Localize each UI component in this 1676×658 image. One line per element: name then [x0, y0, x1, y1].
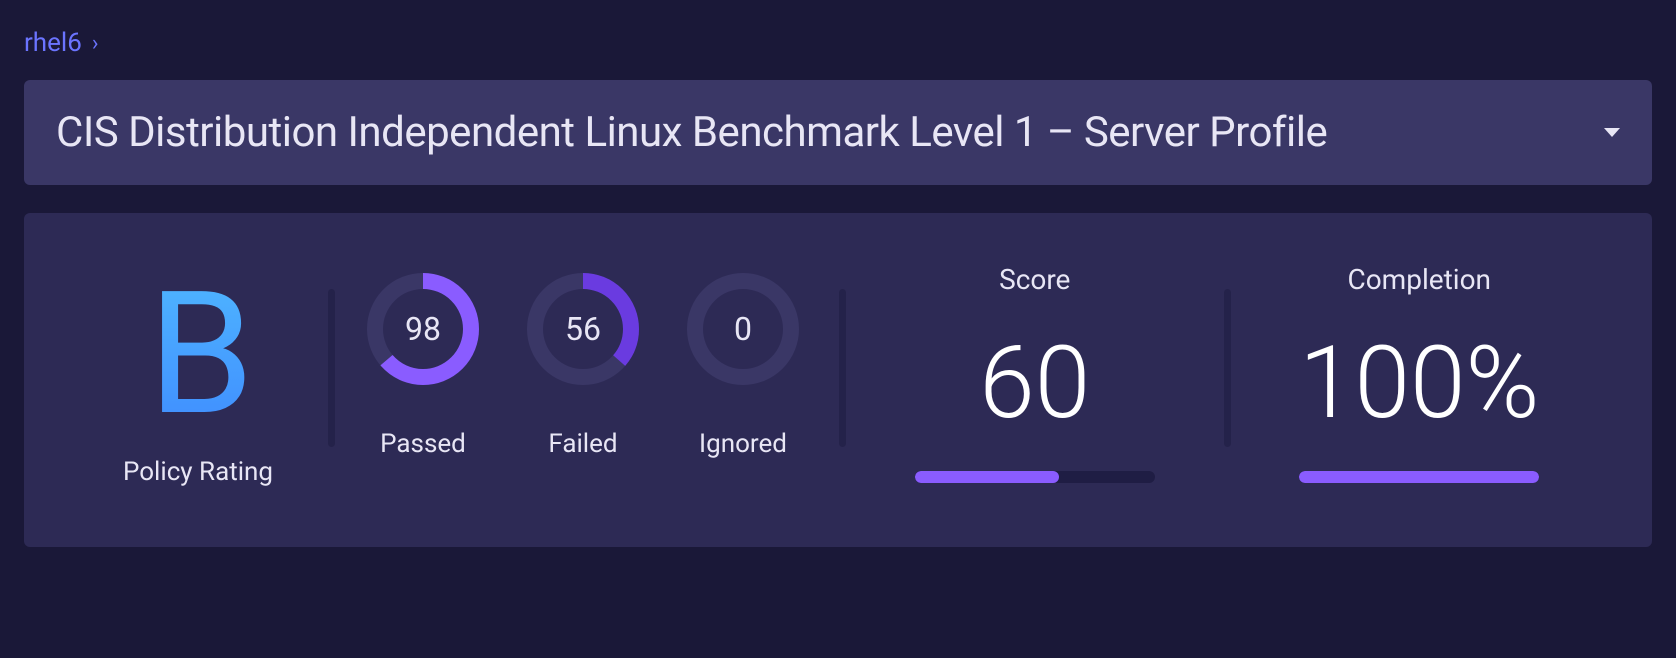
failed-value: 56 — [523, 269, 643, 389]
dashboard-panel: B Policy Rating 98 Passed — [24, 213, 1652, 547]
completion-section: Completion 100% — [1231, 269, 1609, 487]
checks-section: 98 Passed 56 Failed — [335, 269, 839, 487]
failed-label: Failed — [548, 429, 617, 459]
caret-down-icon — [1604, 128, 1620, 137]
breadcrumb-link-rhel6[interactable]: rhel6 — [24, 28, 82, 58]
score-progress — [915, 471, 1155, 483]
score-progress-fill — [915, 471, 1059, 483]
divider — [1224, 289, 1231, 447]
completion-progress-fill — [1299, 471, 1539, 483]
score-section: Score 60 — [846, 269, 1224, 487]
ignored-metric: 0 Ignored — [683, 269, 803, 487]
completion-progress — [1299, 471, 1539, 483]
divider — [328, 289, 335, 447]
divider — [839, 289, 846, 447]
passed-value: 98 — [363, 269, 483, 389]
score-value: 60 — [979, 334, 1090, 434]
policy-rating-section: B Policy Rating — [68, 269, 328, 487]
policy-rating-grade: B — [148, 269, 248, 439]
score-label: Score — [999, 263, 1070, 296]
benchmark-title: CIS Distribution Independent Linux Bench… — [56, 108, 1327, 157]
breadcrumb: rhel6 › — [24, 28, 1652, 58]
passed-metric: 98 Passed — [363, 269, 483, 487]
passed-label: Passed — [380, 429, 466, 459]
benchmark-selector[interactable]: CIS Distribution Independent Linux Bench… — [24, 80, 1652, 185]
completion-label: Completion — [1347, 263, 1491, 296]
chevron-right-icon: › — [92, 31, 99, 56]
ignored-value: 0 — [683, 269, 803, 389]
ignored-label: Ignored — [699, 429, 787, 459]
failed-metric: 56 Failed — [523, 269, 643, 487]
completion-value: 100% — [1299, 334, 1539, 434]
policy-rating-label: Policy Rating — [123, 457, 273, 487]
